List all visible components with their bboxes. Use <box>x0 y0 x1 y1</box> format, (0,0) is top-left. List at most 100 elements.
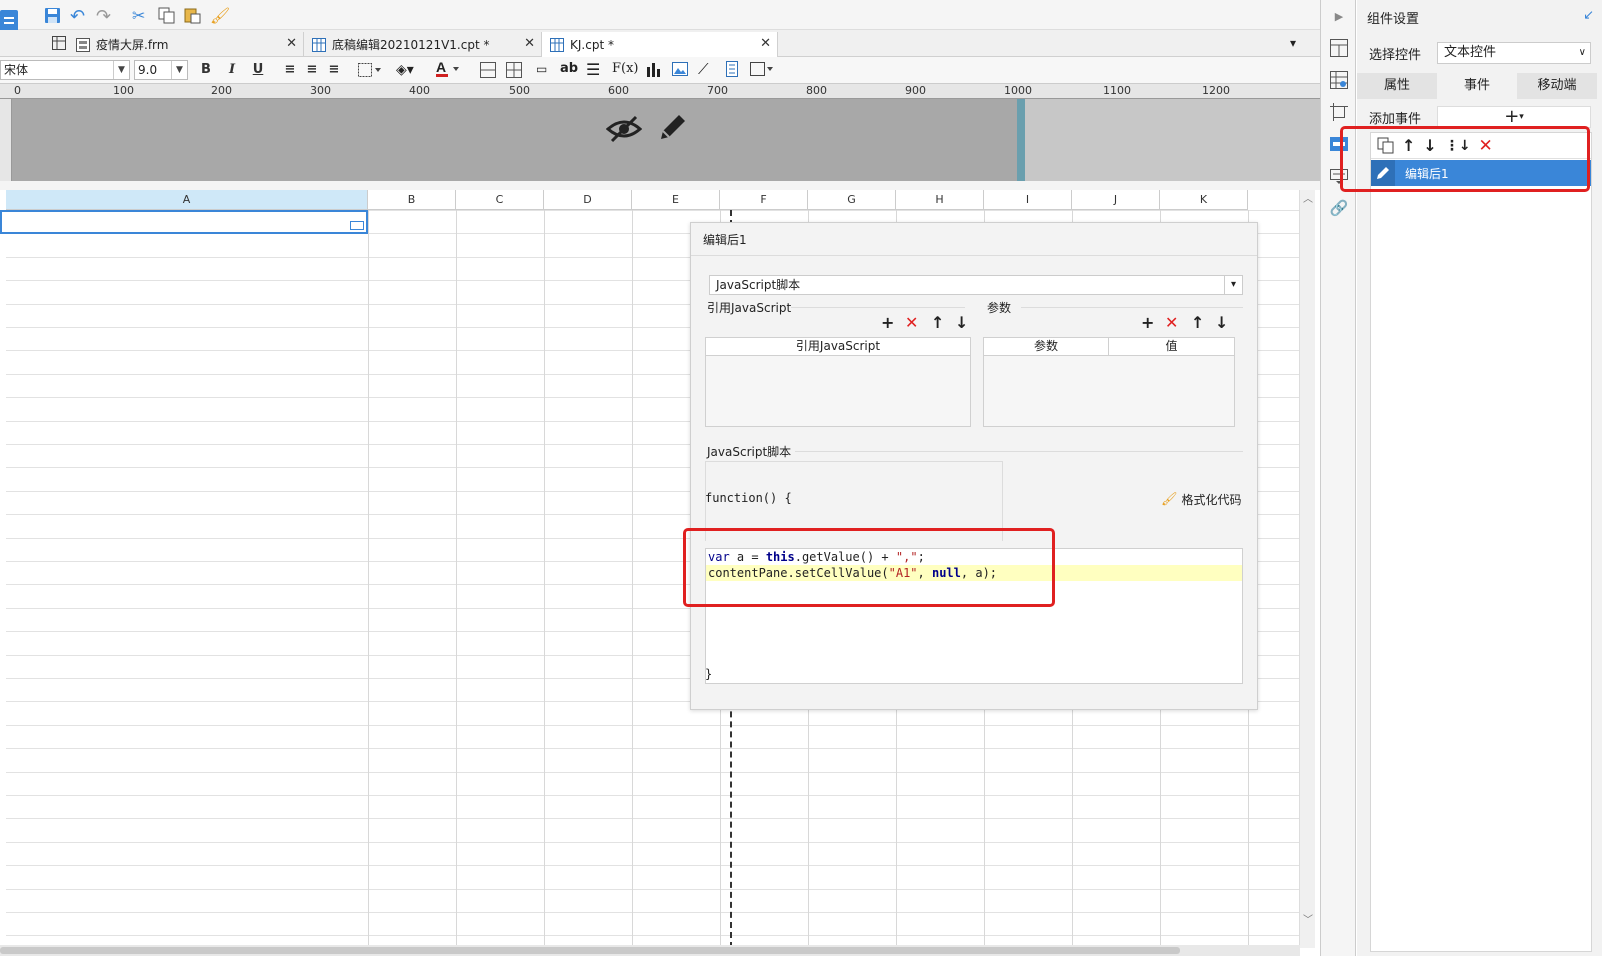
add-event-button[interactable]: +▾ <box>1437 106 1591 128</box>
scroll-thumb[interactable] <box>0 947 1180 954</box>
copy-icon[interactable] <box>158 7 175 24</box>
paste-icon[interactable] <box>184 7 201 24</box>
event-type-select[interactable]: JavaScript脚本 ▾ <box>709 275 1243 295</box>
tab-properties[interactable]: 属性 <box>1357 73 1437 99</box>
arrow-up-icon[interactable]: ↑ <box>931 315 944 331</box>
tab-kj-cpt[interactable]: KJ.cpt * ✕ <box>542 32 778 57</box>
arrow-down-icon[interactable]: ↓ <box>1215 315 1228 331</box>
column-header[interactable]: A <box>6 190 368 210</box>
column-header[interactable]: J <box>1072 190 1160 210</box>
chart-icon[interactable] <box>646 61 662 77</box>
dataset-icon[interactable] <box>1329 70 1349 90</box>
tab-label: 疫情大屏.frm <box>96 38 169 52</box>
delete-icon[interactable]: ✕ <box>905 315 918 331</box>
close-icon[interactable]: ✕ <box>760 36 771 51</box>
align-left-icon[interactable]: ≡ <box>282 61 298 79</box>
page-header-area <box>12 99 1320 181</box>
cut-icon[interactable]: ✂ <box>132 6 145 25</box>
column-header[interactable]: B <box>368 190 456 210</box>
divider <box>1021 307 1243 308</box>
align-right-icon[interactable]: ≡ <box>326 61 342 79</box>
tab-label: KJ.cpt * <box>570 37 614 52</box>
add-icon: + <box>1504 106 1520 127</box>
tab-cpt-draft[interactable]: 底稿编辑20210121V1.cpt * ✕ <box>304 32 542 57</box>
grid-icon[interactable] <box>52 36 66 50</box>
divider <box>0 181 1320 190</box>
tab-mobile[interactable]: 移动端 <box>1517 73 1597 99</box>
fill-color-icon[interactable]: ◈▾ <box>396 62 414 78</box>
layout-icon[interactable] <box>1329 38 1349 58</box>
close-icon[interactable]: ✕ <box>286 36 297 51</box>
frame-icon[interactable] <box>1329 102 1349 122</box>
column-header[interactable]: G <box>808 190 896 210</box>
tab-frm[interactable]: 疫情大屏.frm ✕ <box>68 32 304 57</box>
row-line <box>6 842 1306 843</box>
subreport-icon[interactable] <box>724 61 740 77</box>
column-line <box>456 210 457 948</box>
save-icon[interactable] <box>44 7 61 24</box>
close-icon[interactable]: ✕ <box>524 36 535 51</box>
underline-button[interactable]: U <box>250 61 266 79</box>
arrow-up-icon[interactable]: ↑ <box>1191 315 1204 331</box>
horizontal-scrollbar[interactable] <box>0 945 1300 956</box>
widget-type-select[interactable]: 文本控件 ∨ <box>1437 42 1591 64</box>
text-ab-icon[interactable]: ab <box>560 61 578 76</box>
ruler-label: 1200 <box>1202 84 1230 97</box>
ruler-label: 200 <box>211 84 232 97</box>
paragraph-icon[interactable]: ☰ <box>586 60 600 79</box>
unmerge-icon[interactable] <box>506 62 522 78</box>
link-icon[interactable]: 🔗 <box>1329 198 1349 218</box>
main-toolbar: ↶ ↷ ✂ 🖌 <box>0 0 1320 32</box>
merge-icon[interactable] <box>480 62 496 78</box>
font-size-value: 9.0 <box>138 63 158 77</box>
image-icon[interactable] <box>672 61 688 77</box>
widget-icon[interactable] <box>750 61 774 77</box>
eye-off-icon[interactable] <box>606 113 642 145</box>
column-header[interactable]: D <box>544 190 632 210</box>
dialog-title: 编辑后1 <box>703 233 747 247</box>
vertical-scrollbar[interactable]: ︿ ﹀ <box>1299 190 1315 948</box>
params-table[interactable]: 参数 值 <box>983 337 1235 427</box>
column-header[interactable]: K <box>1160 190 1248 210</box>
font-size-select[interactable]: 9.0 ▼ <box>134 60 188 80</box>
column-header[interactable]: C <box>456 190 544 210</box>
column-header[interactable]: H <box>896 190 984 210</box>
column-header[interactable]: F <box>720 190 808 210</box>
pencil-icon[interactable] <box>657 111 687 143</box>
text-field-icon[interactable]: ▭ <box>536 62 547 76</box>
column-header[interactable]: I <box>984 190 1072 210</box>
header-margin-area <box>1024 99 1320 181</box>
arrow-down-icon[interactable]: ↓ <box>955 315 968 331</box>
formula-icon[interactable]: F(x) <box>612 61 639 76</box>
dock-icon[interactable]: ↙ <box>1583 8 1594 23</box>
font-family-select[interactable]: 宋体 ▼ <box>0 60 130 80</box>
format-code-label: 格式化代码 <box>1181 493 1242 507</box>
bold-button[interactable]: B <box>198 61 214 79</box>
align-center-icon[interactable]: ≡ <box>304 61 320 79</box>
slash-icon[interactable]: ⟋ <box>698 60 709 78</box>
format-painter-icon[interactable]: 🖌 <box>210 6 230 25</box>
report-file-icon <box>550 37 564 52</box>
chevron-down-icon[interactable]: ﹀ <box>1303 911 1313 926</box>
add-icon[interactable]: + <box>1141 315 1154 331</box>
add-icon[interactable]: + <box>881 315 894 331</box>
italic-button[interactable]: I <box>224 61 240 79</box>
redo-icon[interactable]: ↷ <box>96 6 111 27</box>
selected-cell-a1[interactable] <box>0 210 368 234</box>
collapse-right-icon[interactable]: ▶ <box>1329 6 1349 26</box>
column-header[interactable]: E <box>632 190 720 210</box>
format-code-button[interactable]: 🖌 格式化代码 <box>1161 491 1242 508</box>
delete-icon[interactable]: ✕ <box>1165 315 1178 331</box>
border-icon[interactable] <box>358 63 384 77</box>
chevron-up-icon[interactable]: ︿ <box>1303 190 1313 205</box>
row-line <box>6 818 1306 819</box>
horizontal-ruler: 0 100 200 300 400 500 600 700 800 900 10… <box>0 84 1320 99</box>
undo-icon[interactable]: ↶ <box>70 6 85 27</box>
header-boundary[interactable] <box>1017 99 1025 181</box>
ruler-label: 100 <box>113 84 134 97</box>
tab-events[interactable]: 事件 <box>1437 73 1517 99</box>
font-color-icon[interactable]: A <box>436 59 462 79</box>
table-header: 值 <box>1109 338 1234 356</box>
tab-list-icon[interactable]: ▾ <box>1290 36 1296 50</box>
ref-js-table[interactable]: 引用JavaScript <box>705 337 971 427</box>
